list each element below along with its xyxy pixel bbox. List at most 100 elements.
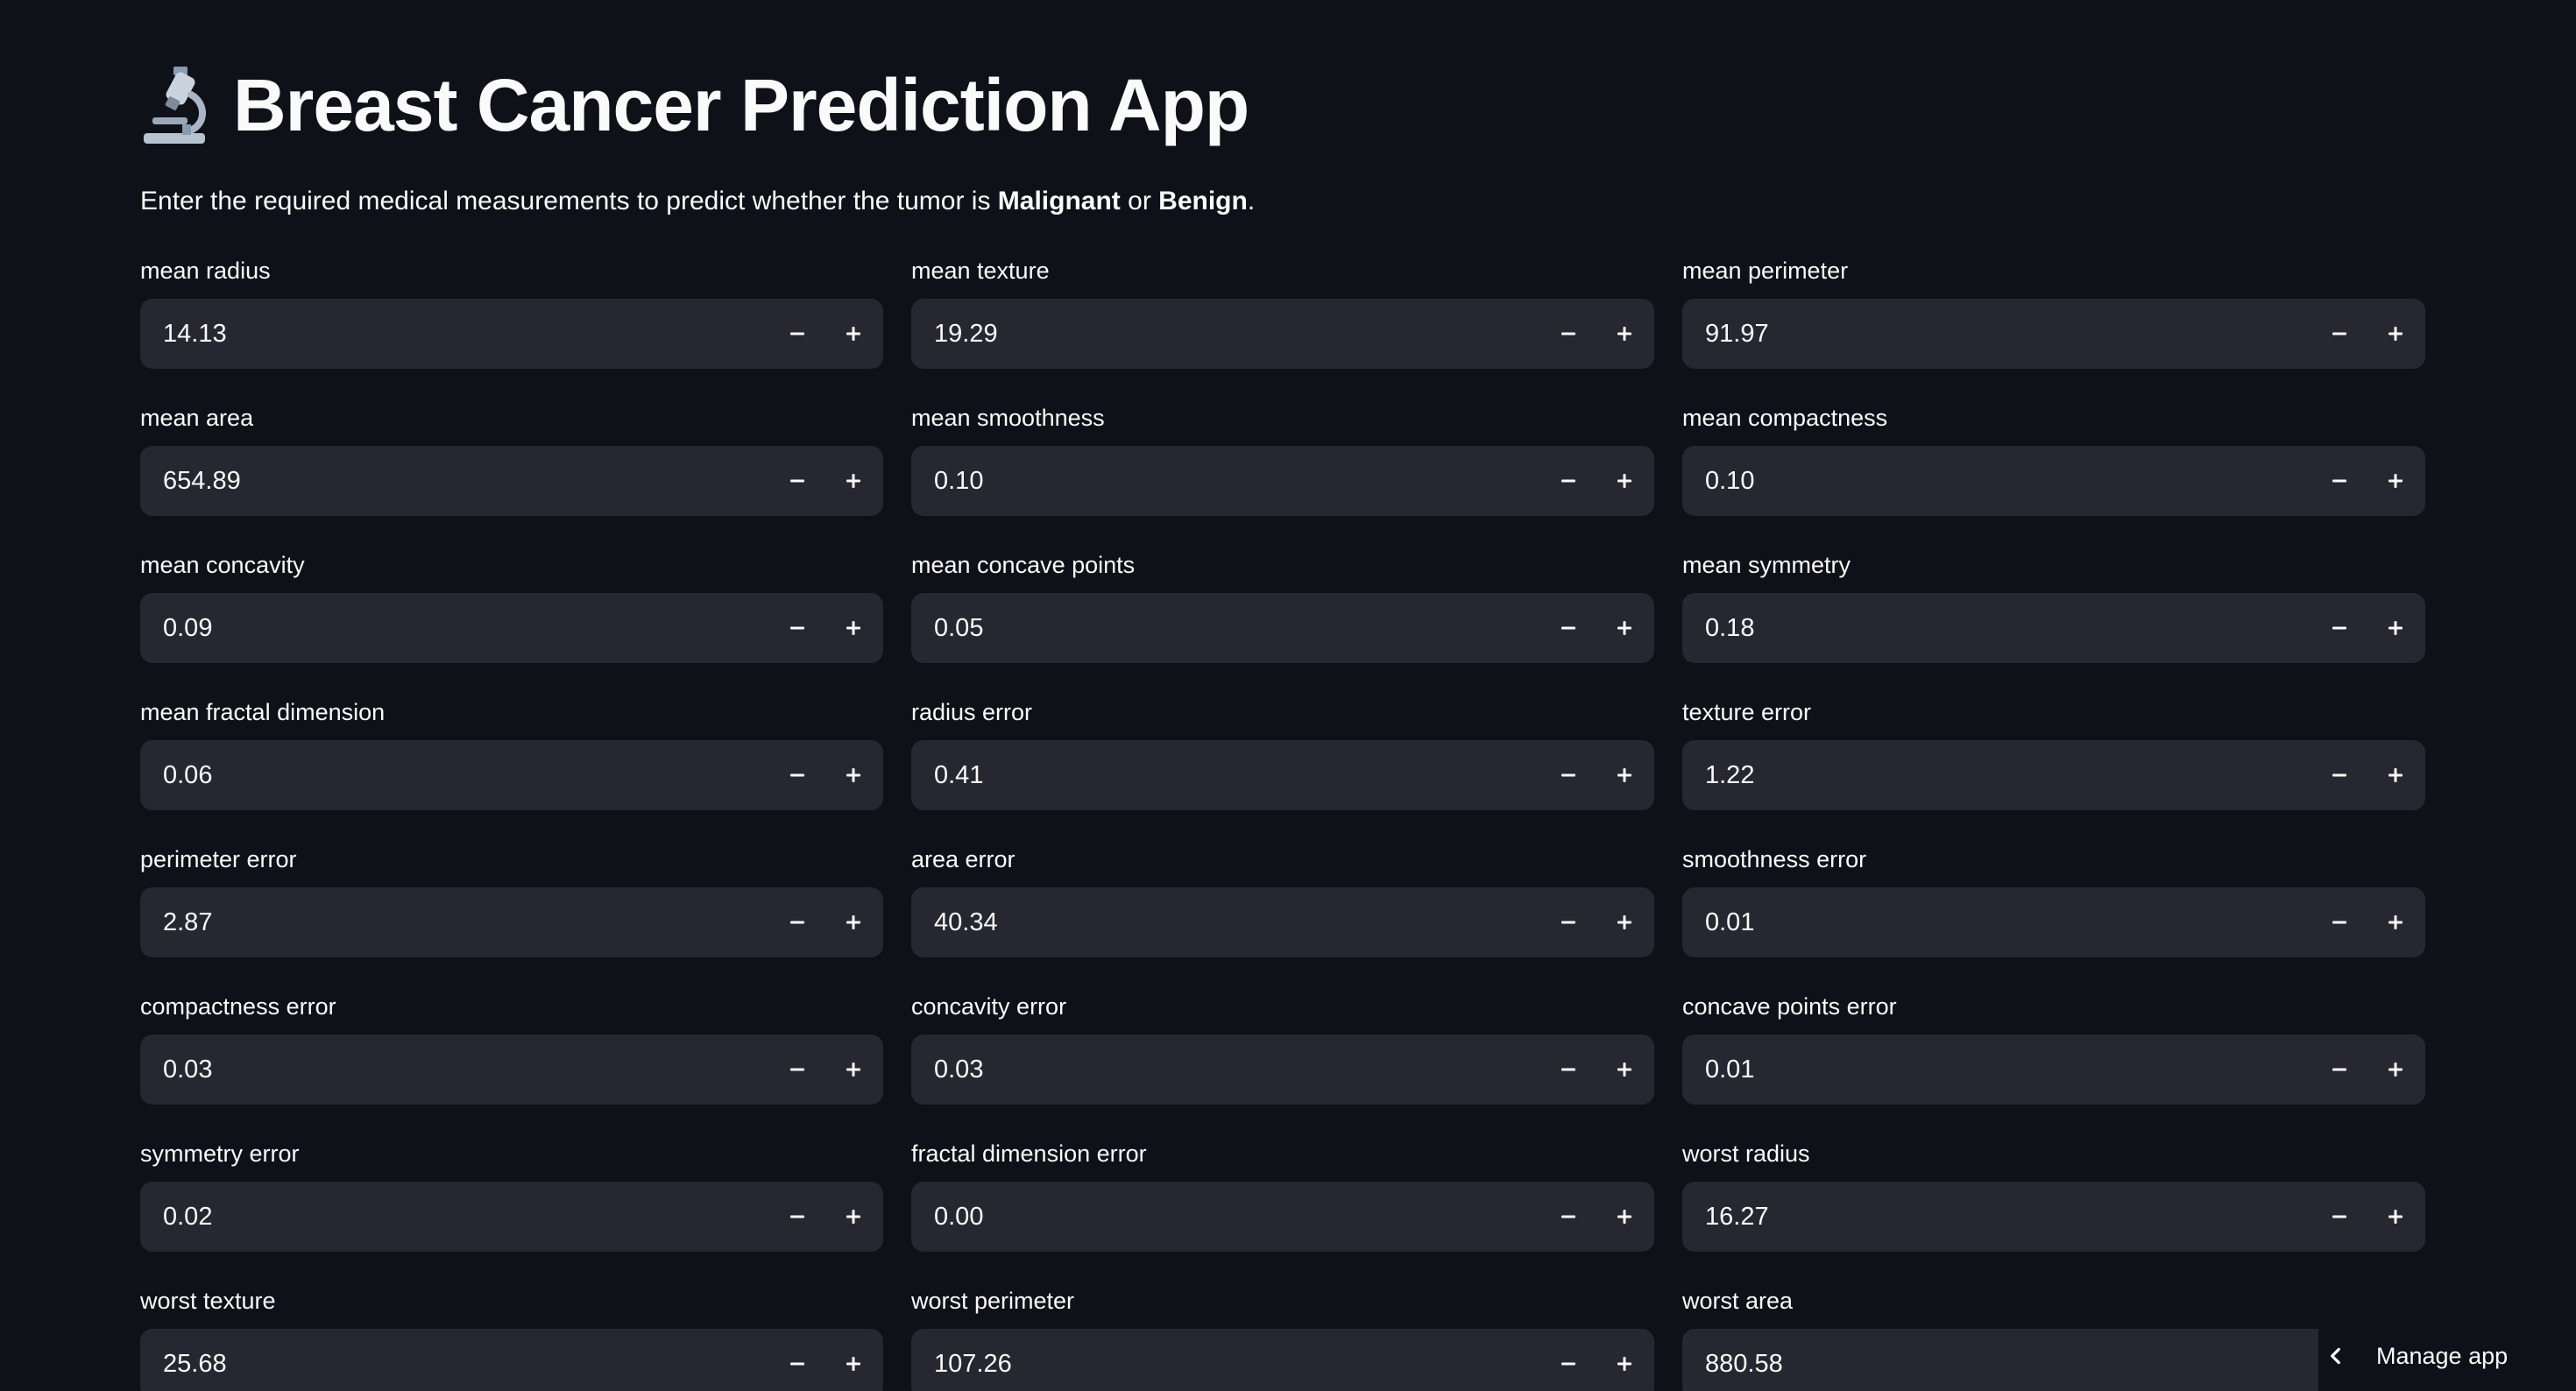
mean-smoothness-input[interactable]: 0.10 <box>911 446 1654 516</box>
increment-button[interactable] <box>2367 887 2424 957</box>
increment-button[interactable] <box>1596 593 1652 663</box>
increment-button[interactable] <box>2367 1182 2424 1252</box>
worst-area-input[interactable]: 880.58 <box>1682 1329 2425 1391</box>
decrement-button[interactable] <box>2311 887 2367 957</box>
field-value[interactable]: 25.68 <box>140 1350 769 1379</box>
concavity-error-input[interactable]: 0.03 <box>911 1034 1654 1105</box>
texture-error-input[interactable]: 1.22 <box>1682 740 2425 810</box>
field-value[interactable]: 16.27 <box>1682 1203 2311 1232</box>
field-value[interactable]: 14.13 <box>140 320 769 349</box>
decrement-button[interactable] <box>1540 299 1596 369</box>
field-value[interactable]: 0.00 <box>911 1203 1540 1232</box>
field-value[interactable]: 91.97 <box>1682 320 2311 349</box>
mean-radius-input[interactable]: 14.13 <box>140 299 883 369</box>
increment-button[interactable] <box>1596 1034 1652 1105</box>
decrement-button[interactable] <box>1540 1182 1596 1252</box>
field-value[interactable]: 107.26 <box>911 1350 1540 1379</box>
decrement-button[interactable] <box>1540 593 1596 663</box>
field-worst-area: worst area 880.58 <box>1682 1280 2425 1391</box>
increment-button[interactable] <box>2367 740 2424 810</box>
field-value[interactable]: 40.34 <box>911 908 1540 937</box>
decrement-button[interactable] <box>769 740 825 810</box>
increment-button[interactable] <box>1596 887 1652 957</box>
decrement-button[interactable] <box>769 446 825 516</box>
field-value[interactable]: 2.87 <box>140 908 769 937</box>
increment-button[interactable] <box>2367 446 2424 516</box>
increment-button[interactable] <box>1596 446 1652 516</box>
increment-button[interactable] <box>825 740 881 810</box>
increment-button[interactable] <box>825 299 881 369</box>
decrement-button[interactable] <box>769 299 825 369</box>
field-value[interactable]: 0.09 <box>140 614 769 643</box>
field-value[interactable]: 0.10 <box>1682 467 2311 496</box>
field-value[interactable]: 0.41 <box>911 761 1540 790</box>
concave-points-error-input[interactable]: 0.01 <box>1682 1034 2425 1105</box>
increment-button[interactable] <box>2367 1034 2424 1105</box>
increment-button[interactable] <box>825 1034 881 1105</box>
decrement-button[interactable] <box>1540 1034 1596 1105</box>
mean-fractal-dimension-input[interactable]: 0.06 <box>140 740 883 810</box>
increment-button[interactable] <box>825 887 881 957</box>
mean-compactness-input[interactable]: 0.10 <box>1682 446 2425 516</box>
field-value[interactable]: 19.29 <box>911 320 1540 349</box>
mean-area-input[interactable]: 654.89 <box>140 446 883 516</box>
field-value[interactable]: 0.05 <box>911 614 1540 643</box>
field-label: perimeter error <box>140 846 297 872</box>
fractal-dimension-error-input[interactable]: 0.00 <box>911 1182 1654 1252</box>
radius-error-input[interactable]: 0.41 <box>911 740 1654 810</box>
field-value[interactable]: 654.89 <box>140 467 769 496</box>
worst-perimeter-input[interactable]: 107.26 <box>911 1329 1654 1391</box>
worst-texture-input[interactable]: 25.68 <box>140 1329 883 1391</box>
decrement-button[interactable] <box>769 1034 825 1105</box>
decrement-button[interactable] <box>2311 593 2367 663</box>
mean-texture-input[interactable]: 19.29 <box>911 299 1654 369</box>
field-value[interactable]: 880.58 <box>1682 1350 2311 1379</box>
field-value[interactable]: 0.10 <box>911 467 1540 496</box>
increment-button[interactable] <box>2367 593 2424 663</box>
field-value[interactable]: 0.06 <box>140 761 769 790</box>
field-value[interactable]: 0.03 <box>911 1056 1540 1084</box>
worst-radius-input[interactable]: 16.27 <box>1682 1182 2425 1252</box>
mean-concavity-input[interactable]: 0.09 <box>140 593 883 663</box>
decrement-button[interactable] <box>1540 446 1596 516</box>
compactness-error-input[interactable]: 0.03 <box>140 1034 883 1105</box>
increment-button[interactable] <box>2367 299 2424 369</box>
minus-icon <box>790 1362 804 1366</box>
field-value[interactable]: 0.02 <box>140 1203 769 1232</box>
field-value[interactable]: 0.01 <box>1682 1056 2311 1084</box>
manage-app-button[interactable]: Manage app <box>2318 1321 2576 1391</box>
increment-button[interactable] <box>1596 299 1652 369</box>
decrement-button[interactable] <box>1540 887 1596 957</box>
increment-button[interactable] <box>1596 1329 1652 1391</box>
increment-button[interactable] <box>825 593 881 663</box>
decrement-button[interactable] <box>769 887 825 957</box>
increment-button[interactable] <box>825 1182 881 1252</box>
decrement-button[interactable] <box>769 1182 825 1252</box>
increment-button[interactable] <box>1596 1182 1652 1252</box>
decrement-button[interactable] <box>2311 299 2367 369</box>
decrement-button[interactable] <box>769 1329 825 1391</box>
decrement-button[interactable] <box>2311 740 2367 810</box>
symmetry-error-input[interactable]: 0.02 <box>140 1182 883 1252</box>
field-value[interactable]: 0.03 <box>140 1056 769 1084</box>
minus-icon <box>790 1215 804 1218</box>
decrement-button[interactable] <box>1540 1329 1596 1391</box>
increment-button[interactable] <box>1596 740 1652 810</box>
increment-button[interactable] <box>825 1329 881 1391</box>
decrement-button[interactable] <box>1540 740 1596 810</box>
decrement-button[interactable] <box>2311 446 2367 516</box>
smoothness-error-input[interactable]: 0.01 <box>1682 887 2425 957</box>
decrement-button[interactable] <box>2311 1182 2367 1252</box>
area-error-input[interactable]: 40.34 <box>911 887 1654 957</box>
field-value[interactable]: 1.22 <box>1682 761 2311 790</box>
mean-symmetry-input[interactable]: 0.18 <box>1682 593 2425 663</box>
field-value[interactable]: 0.01 <box>1682 908 2311 937</box>
mean-perimeter-input[interactable]: 91.97 <box>1682 299 2425 369</box>
decrement-button[interactable] <box>769 593 825 663</box>
perimeter-error-input[interactable]: 2.87 <box>140 887 883 957</box>
manage-app-label: Manage app <box>2376 1342 2509 1369</box>
mean-concave-points-input[interactable]: 0.05 <box>911 593 1654 663</box>
decrement-button[interactable] <box>2311 1034 2367 1105</box>
field-value[interactable]: 0.18 <box>1682 614 2311 643</box>
increment-button[interactable] <box>825 446 881 516</box>
